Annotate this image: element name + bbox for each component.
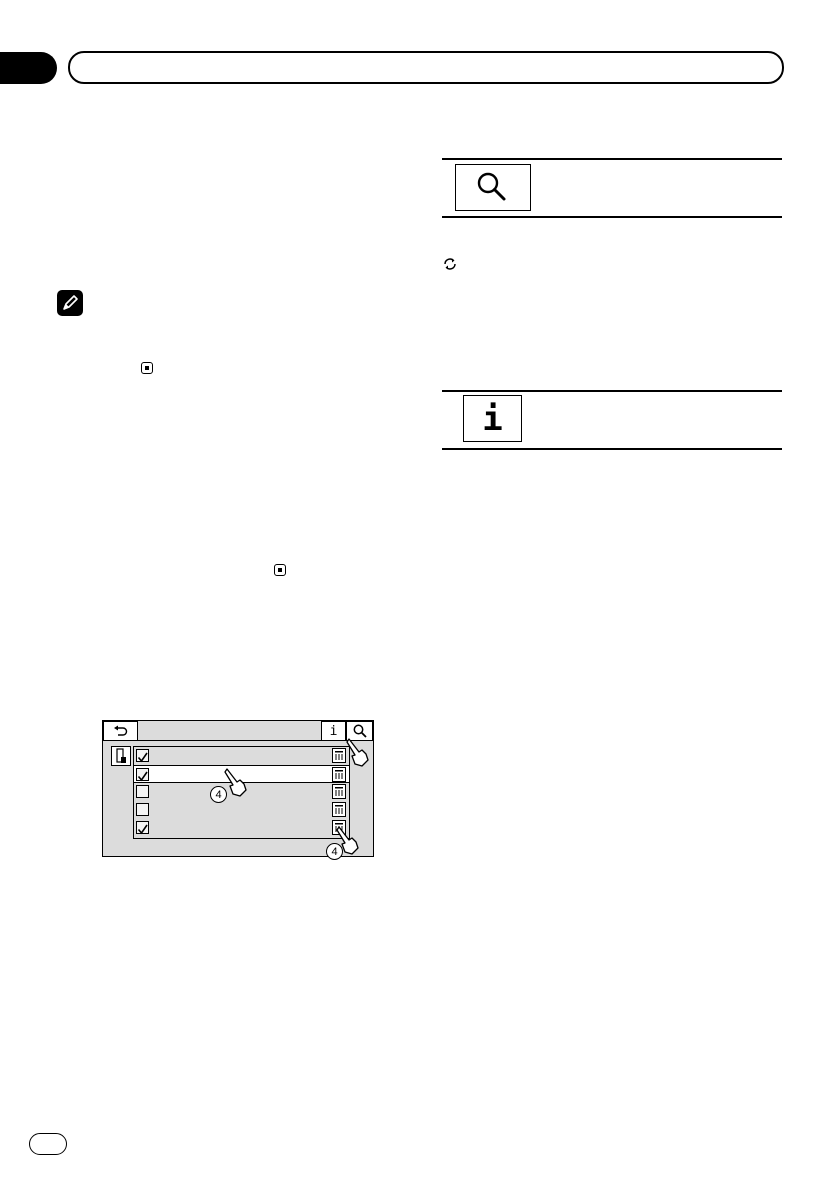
checkbox[interactable] (136, 821, 149, 835)
table-rule-top (442, 158, 782, 160)
back-arrow-icon (113, 725, 127, 736)
magnifier-icon (477, 172, 506, 201)
list-item[interactable] (134, 819, 349, 837)
trash-icon[interactable] (332, 767, 346, 782)
checkbox[interactable] (136, 768, 149, 782)
table-rule-bottom (442, 216, 782, 218)
device-source-icon[interactable] (111, 746, 131, 766)
back-button[interactable] (103, 721, 138, 741)
checkbox[interactable] (136, 749, 149, 763)
table-rule-bottom (442, 448, 782, 450)
trash-icon[interactable] (332, 802, 346, 817)
pencil-icon (57, 290, 83, 316)
trash-icon[interactable] (332, 784, 346, 799)
stop-square-icon (141, 362, 153, 374)
page-number-badge (29, 1133, 67, 1155)
info-button[interactable]: i (321, 721, 346, 741)
info-icon: i (482, 399, 503, 439)
info-button-illustration: i (463, 395, 522, 442)
list-item[interactable] (134, 801, 349, 819)
info-label: i (329, 723, 338, 739)
checkbox[interactable] (136, 803, 149, 816)
list-item[interactable] (134, 747, 349, 765)
step-badge: 4 (326, 843, 343, 860)
step-badge: 4 (210, 786, 227, 803)
chapter-tab (0, 52, 57, 84)
stop-square-icon (274, 564, 286, 576)
title-area (138, 721, 321, 741)
hand-pointer-icon (346, 738, 369, 767)
repeat-icon (442, 256, 458, 272)
table-rule-top (442, 390, 782, 392)
header-bar (68, 51, 784, 84)
search-button-illustration (455, 164, 531, 211)
checkbox[interactable] (136, 785, 149, 798)
